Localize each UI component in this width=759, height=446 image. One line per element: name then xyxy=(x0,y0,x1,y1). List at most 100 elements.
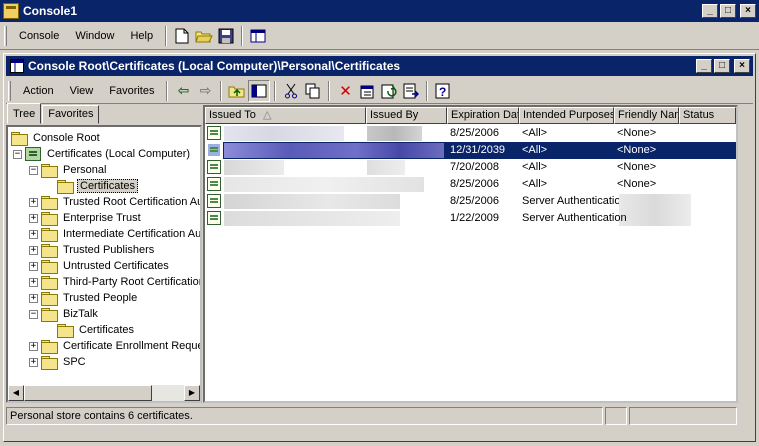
menu-action[interactable]: Action xyxy=(15,81,62,101)
column-header-expiration-date[interactable]: Expiration Date xyxy=(447,107,519,124)
window-layout-icon[interactable] xyxy=(247,25,269,47)
scope-pane-tabs: Tree Favorites xyxy=(7,103,100,125)
child-window-title-bar[interactable]: Console Root\Certificates (Local Compute… xyxy=(6,56,753,76)
tab-favorites[interactable]: Favorites xyxy=(42,105,100,124)
toolbar-separator xyxy=(220,80,223,101)
close-button[interactable]: × xyxy=(740,4,756,18)
expand-toggle[interactable]: + xyxy=(29,197,38,207)
certificate-icon xyxy=(207,126,221,140)
expand-toggle[interactable]: + xyxy=(29,341,38,351)
child-window-icon[interactable] xyxy=(10,59,24,73)
certificate-icon xyxy=(207,143,221,157)
expiration-date-cell: 7/20/2008 xyxy=(450,161,499,173)
collapse-toggle[interactable]: − xyxy=(29,309,38,319)
tree-node-console-root[interactable]: Console Root xyxy=(11,130,102,146)
tree-node-enterprise-trust[interactable]: + Enterprise Trust xyxy=(29,210,143,226)
tab-tree[interactable]: Tree xyxy=(7,103,42,124)
folder-icon xyxy=(41,212,58,226)
maximize-button[interactable]: □ xyxy=(720,4,736,18)
expand-toggle[interactable]: + xyxy=(29,261,38,271)
folder-icon xyxy=(41,308,58,322)
table-row[interactable]: 8/25/2006 <All> <None> xyxy=(205,176,736,193)
certificate-list[interactable]: Issued To △ Issued By Expiration Date In… xyxy=(203,105,738,403)
copy-icon[interactable] xyxy=(302,80,324,102)
column-header-issued-by[interactable]: Issued By xyxy=(366,107,447,124)
tree-node-untrusted-certificates[interactable]: + Untrusted Certificates xyxy=(29,258,171,274)
tree-node-personal[interactable]: − Personal xyxy=(29,162,108,178)
properties-icon[interactable] xyxy=(356,80,378,102)
child-minimize-button[interactable]: _ xyxy=(696,59,712,73)
expand-toggle[interactable]: + xyxy=(29,357,38,367)
folder-icon xyxy=(41,228,58,242)
toolbar-grip[interactable] xyxy=(4,25,7,46)
refresh-icon[interactable] xyxy=(378,80,400,102)
table-row[interactable]: 7/20/2008 <All> <None> xyxy=(205,159,736,176)
expand-toggle[interactable]: + xyxy=(29,277,38,287)
tree-node-trusted-root[interactable]: + Trusted Root Certification Authoriti xyxy=(29,194,200,210)
console-tree[interactable]: Console Root − Certificates (Local Compu… xyxy=(6,125,202,403)
column-header-issued-to[interactable]: Issued To △ xyxy=(205,107,366,124)
tree-node-spc[interactable]: + SPC xyxy=(29,354,88,370)
expand-toggle[interactable]: + xyxy=(29,229,38,239)
column-header-status[interactable]: Status xyxy=(679,107,736,124)
child-close-button[interactable]: × xyxy=(734,59,750,73)
up-one-level-icon[interactable] xyxy=(226,80,248,102)
expand-toggle[interactable]: + xyxy=(29,293,38,303)
toolbar-separator xyxy=(166,80,169,101)
tree-node-third-party-root[interactable]: + Third-Party Root Certification Autho xyxy=(29,274,200,290)
intended-purposes-cell: Server Authentication xyxy=(522,195,627,207)
scroll-left-arrow-icon[interactable]: ◀ xyxy=(8,385,24,401)
new-console-icon[interactable] xyxy=(171,25,193,47)
tree-horizontal-scrollbar[interactable]: ◀ ▶ xyxy=(8,385,200,401)
open-folder-icon[interactable] xyxy=(193,25,215,47)
export-list-icon[interactable] xyxy=(400,80,422,102)
minimize-button[interactable]: _ xyxy=(702,4,718,18)
tree-node-certificates-local-computer[interactable]: − Certificates (Local Computer) xyxy=(13,146,192,162)
collapse-toggle[interactable]: − xyxy=(29,165,38,175)
toolbar-grip[interactable] xyxy=(8,80,11,101)
save-disk-icon[interactable] xyxy=(215,25,237,47)
menu-window[interactable]: Window xyxy=(67,26,122,46)
table-row[interactable]: 8/25/2006 Server Authentication xyxy=(205,193,736,226)
expiration-date-cell: 8/25/2006 xyxy=(450,178,499,190)
show-hide-tree-icon[interactable] xyxy=(248,79,271,102)
help-icon[interactable]: ? xyxy=(432,80,454,102)
intended-purposes-cell: <All> xyxy=(522,127,548,139)
certificate-icon xyxy=(207,177,221,191)
folder-icon xyxy=(41,292,58,306)
column-header-friendly-name[interactable]: Friendly Name xyxy=(614,107,679,124)
cut-scissors-icon[interactable] xyxy=(280,80,302,102)
app-title-bar[interactable]: Console1 _ □ × xyxy=(0,0,759,22)
menu-console[interactable]: Console xyxy=(11,26,67,46)
collapse-toggle[interactable]: − xyxy=(13,149,22,159)
expand-toggle[interactable]: + xyxy=(29,213,38,223)
tree-node-certificate-enrollment-requests[interactable]: + Certificate Enrollment Requests xyxy=(29,338,200,354)
table-row[interactable]: 1/22/2009 Server Authentication xyxy=(205,210,736,227)
delete-x-icon[interactable]: ✕ xyxy=(334,80,356,102)
table-row-selected[interactable]: 12/31/2039 <All> <None> xyxy=(205,142,736,159)
redacted-issued-by xyxy=(367,126,422,141)
menu-favorites[interactable]: Favorites xyxy=(101,81,162,101)
redacted-issued-by xyxy=(367,160,405,175)
expand-toggle[interactable]: + xyxy=(29,245,38,255)
tree-node-biztalk[interactable]: − BizTalk xyxy=(29,306,100,322)
table-row[interactable]: 8/25/2006 <All> <None> xyxy=(205,125,736,142)
scroll-thumb[interactable] xyxy=(24,385,152,401)
status-bar-panel xyxy=(629,407,737,425)
menu-help[interactable]: Help xyxy=(122,26,161,46)
menu-view[interactable]: View xyxy=(62,81,102,101)
child-maximize-button[interactable]: □ xyxy=(714,59,730,73)
tree-node-personal-certificates[interactable]: Certificates xyxy=(57,178,139,194)
toolbar-separator xyxy=(274,80,277,101)
scroll-right-arrow-icon[interactable]: ▶ xyxy=(184,385,200,401)
forward-arrow-icon[interactable]: ⇨ xyxy=(194,80,216,102)
column-header-intended-purposes[interactable]: Intended Purposes xyxy=(519,107,614,124)
tree-node-intermediate-ca[interactable]: + Intermediate Certification Authoriti xyxy=(29,226,200,242)
tree-node-trusted-people[interactable]: + Trusted People xyxy=(29,290,139,306)
mmc-console-icon[interactable] xyxy=(3,3,19,19)
tree-node-biztalk-certificates[interactable]: Certificates xyxy=(57,322,136,338)
redacted-issued-to xyxy=(224,194,400,209)
back-arrow-icon[interactable]: ⇦ xyxy=(172,80,194,102)
tree-node-trusted-publishers[interactable]: + Trusted Publishers xyxy=(29,242,156,258)
redacted-issued-to xyxy=(224,177,424,192)
